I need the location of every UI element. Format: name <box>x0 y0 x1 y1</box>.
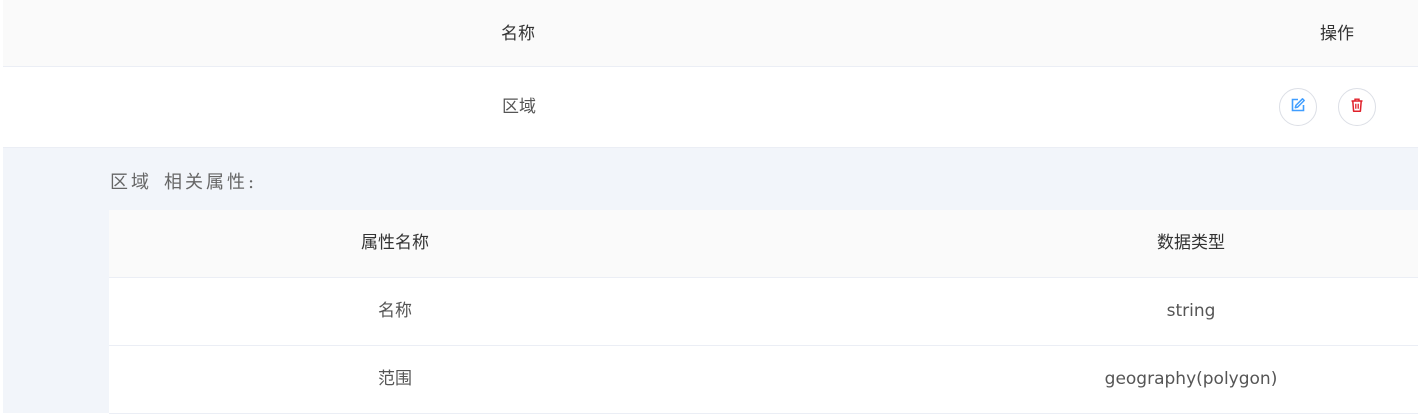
trash-icon <box>1349 97 1365 117</box>
header-attr-name: 属性名称 <box>361 233 429 253</box>
entity-name: 区域 <box>110 172 152 193</box>
attributes-header: 属性名称 数据类型 <box>109 210 1418 278</box>
attributes-table: 属性名称 数据类型 名称 string 范围 geography(polygon… <box>109 210 1418 414</box>
attr-name: 范围 <box>378 369 412 389</box>
delete-button[interactable] <box>1338 88 1376 126</box>
header-data-type: 数据类型 <box>1157 233 1225 253</box>
attributes-title: 区域 相关属性: <box>110 172 269 194</box>
table-row: 范围 geography(polygon) <box>109 346 1418 414</box>
header-name: 名称 <box>501 24 535 44</box>
attr-name: 名称 <box>378 301 412 321</box>
attributes-label: 相关属性: <box>164 172 258 193</box>
header-actions: 操作 <box>1320 24 1354 44</box>
table-row: 名称 string <box>109 278 1418 346</box>
edit-button[interactable] <box>1279 88 1317 126</box>
edit-icon <box>1290 97 1306 117</box>
entity-table: 名称 操作 区域 区域 相关属性: 属性名称 数据类型 名称 string 范围… <box>3 0 1418 414</box>
attr-type: geography(polygon) <box>1104 369 1278 389</box>
row-name: 区域 <box>502 97 536 117</box>
table-row[interactable]: 区域 <box>3 67 1418 148</box>
attr-type: string <box>1166 301 1216 321</box>
expanded-row-panel: 区域 相关属性: 属性名称 数据类型 名称 string 范围 geography… <box>3 148 1418 414</box>
table-header: 名称 操作 <box>3 0 1418 67</box>
